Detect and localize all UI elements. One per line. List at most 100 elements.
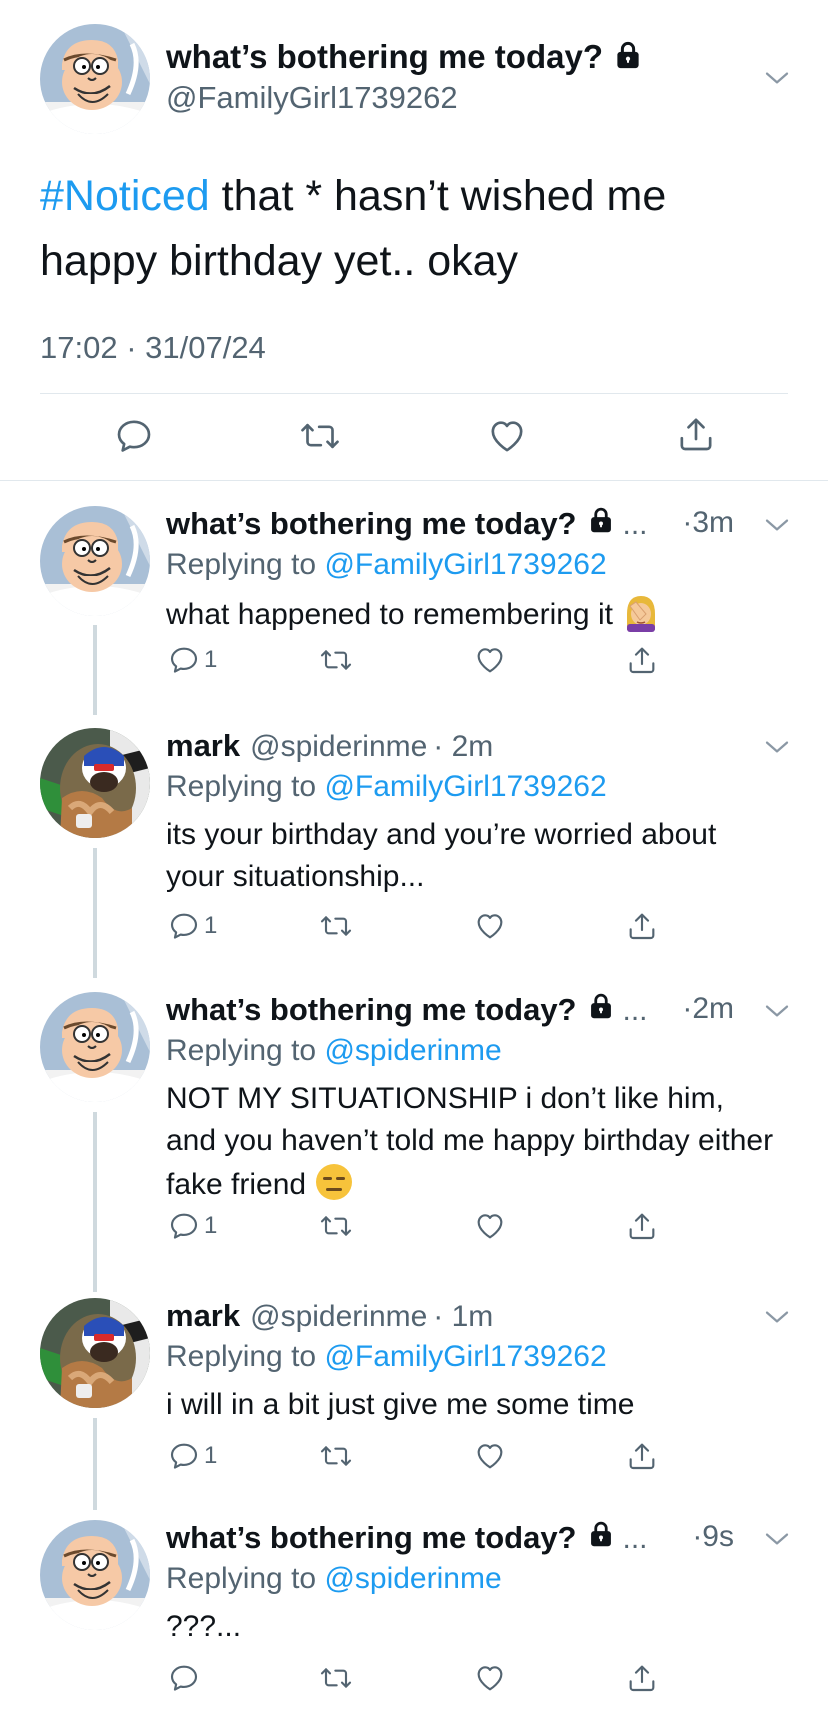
mention-link[interactable]: @spiderinme: [324, 1034, 501, 1067]
lock-icon: [587, 992, 615, 1020]
reply-count: 1: [204, 646, 218, 673]
reply-button[interactable]: 1: [168, 1440, 217, 1472]
share-button[interactable]: [626, 910, 658, 942]
avatar[interactable]: [40, 1520, 150, 1630]
avatar-image: [40, 1520, 150, 1630]
avatar[interactable]: [40, 24, 150, 134]
reply-tweet: what’s bothering me today? ... ·3m Reply…: [0, 506, 828, 686]
reply-icon: [168, 1662, 200, 1694]
reply-button[interactable]: 1: [168, 910, 217, 942]
chevron-down-icon[interactable]: [762, 1302, 792, 1332]
retweet-button[interactable]: [318, 1662, 354, 1694]
replying-to: Replying to @spiderinme: [166, 1562, 502, 1596]
author-name[interactable]: mark: [166, 1298, 240, 1334]
reply-tweet: what’s bothering me today? ... ·2m Reply…: [0, 992, 828, 1252]
reply-header: mark @spiderinme · 1m: [166, 1298, 766, 1340]
chevron-down-icon[interactable]: [762, 1524, 792, 1554]
avatar[interactable]: [40, 1298, 150, 1408]
like-button[interactable]: [474, 1210, 506, 1242]
lock-icon: [613, 40, 643, 70]
author-name[interactable]: what’s bothering me today?: [166, 1520, 577, 1556]
like-button[interactable]: [474, 644, 506, 676]
replying-to: Replying to @spiderinme: [166, 1034, 502, 1068]
avatar[interactable]: [40, 728, 150, 838]
author-name[interactable]: what’s bothering me today?: [166, 38, 643, 76]
avatar-image: [40, 992, 150, 1102]
tweet-timestamp[interactable]: 17:02 · 31/07/24: [40, 330, 266, 366]
retweet-icon: [318, 1440, 354, 1472]
reply-time[interactable]: ·3m: [682, 506, 734, 540]
replying-to: Replying to @FamilyGirl1739262: [166, 548, 607, 582]
retweet-button[interactable]: [318, 910, 354, 942]
share-button[interactable]: [626, 1440, 658, 1472]
reply-actions-placeholder: [0, 1114, 828, 1154]
share-button[interactable]: [676, 414, 716, 454]
avatar-image: [40, 24, 150, 134]
like-icon: [474, 1440, 506, 1472]
retweet-icon: [298, 416, 342, 456]
reply-count: 1: [204, 1442, 218, 1469]
author-name[interactable]: mark: [166, 728, 240, 764]
replying-label: Replying to: [166, 1562, 325, 1595]
reply-text: ???...: [166, 1610, 242, 1643]
replying-label: Replying to: [166, 1034, 325, 1067]
reply-header: what’s bothering me today? ... ·2m: [166, 992, 766, 1034]
name-truncation: ...: [622, 1522, 648, 1555]
share-button[interactable]: [626, 1662, 658, 1694]
share-icon: [626, 1440, 658, 1472]
mention-link[interactable]: @FamilyGirl1739262: [324, 1340, 606, 1373]
share-icon: [626, 1662, 658, 1694]
reply-actions: 1: [0, 644, 828, 684]
woman-facepalming-emoji: [627, 596, 656, 632]
reply-text: i will in a bit just give me some time: [166, 1388, 635, 1421]
like-button[interactable]: [487, 416, 527, 456]
retweet-icon: [318, 1210, 354, 1242]
avatar[interactable]: [40, 992, 150, 1102]
replying-label: Replying to: [166, 1340, 325, 1373]
chevron-down-icon[interactable]: [762, 63, 792, 93]
chevron-down-icon[interactable]: [762, 510, 792, 540]
like-icon: [474, 644, 506, 676]
like-button[interactable]: [474, 1440, 506, 1472]
hashtag-link[interactable]: #Noticed: [40, 172, 210, 220]
share-icon: [626, 910, 658, 942]
like-icon: [474, 1210, 506, 1242]
lock-icon: [587, 506, 615, 534]
share-button[interactable]: [626, 644, 658, 676]
author-name[interactable]: what’s bothering me today?: [166, 506, 577, 542]
mention-link[interactable]: @spiderinme: [324, 1562, 501, 1595]
like-button[interactable]: [474, 910, 506, 942]
mention-link[interactable]: @FamilyGirl1739262: [324, 770, 606, 803]
reply-icon: [168, 1440, 200, 1472]
retweet-button[interactable]: [318, 1210, 354, 1242]
reply-tweet: what’s bothering me today? ... ·9s Reply…: [0, 1520, 828, 1710]
author-handle[interactable]: @spiderinme: [250, 1300, 427, 1334]
reply-time[interactable]: ·9s: [692, 1520, 734, 1554]
chevron-down-icon[interactable]: [762, 732, 792, 762]
reply-button[interactable]: 1: [168, 1210, 217, 1242]
share-button[interactable]: [626, 1210, 658, 1242]
avatar-image: [40, 506, 150, 616]
like-icon: [474, 910, 506, 942]
reply-button[interactable]: [168, 1662, 204, 1694]
author-name[interactable]: what’s bothering me today?: [166, 992, 577, 1028]
reply-time[interactable]: ·2m: [682, 992, 734, 1026]
share-icon: [676, 414, 716, 454]
author-handle[interactable]: @spiderinme: [250, 730, 427, 764]
reply-time[interactable]: · 2m: [433, 730, 493, 764]
retweet-button[interactable]: [318, 1440, 354, 1472]
reply-time[interactable]: · 1m: [433, 1300, 493, 1334]
avatar[interactable]: [40, 506, 150, 616]
reply-header: what’s bothering me today? ... ·9s: [166, 1520, 766, 1562]
reply-button[interactable]: 1: [168, 644, 217, 676]
reply-button[interactable]: [114, 416, 154, 456]
retweet-icon: [318, 1662, 354, 1694]
retweet-button[interactable]: [298, 416, 342, 456]
like-button[interactable]: [474, 1662, 506, 1694]
retweet-icon: [318, 644, 354, 676]
author-handle[interactable]: @FamilyGirl1739262: [166, 80, 458, 116]
retweet-button[interactable]: [318, 644, 354, 676]
chevron-down-icon[interactable]: [762, 996, 792, 1026]
reply-actions: [0, 1662, 828, 1702]
mention-link[interactable]: @FamilyGirl1739262: [324, 548, 606, 581]
